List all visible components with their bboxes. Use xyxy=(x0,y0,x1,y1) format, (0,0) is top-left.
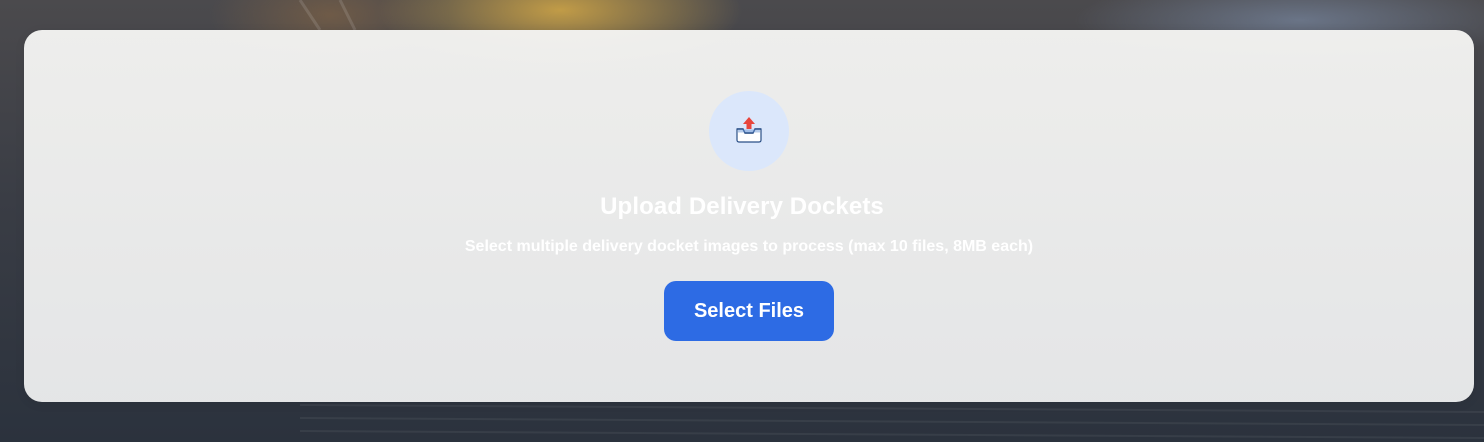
upload-icon-container xyxy=(709,91,789,171)
upload-title: Upload Delivery Dockets xyxy=(600,193,884,220)
select-files-button[interactable]: Select Files xyxy=(664,281,834,341)
inbox-upload-icon xyxy=(736,117,762,143)
upload-subtitle: Select multiple delivery docket images t… xyxy=(464,238,1034,255)
